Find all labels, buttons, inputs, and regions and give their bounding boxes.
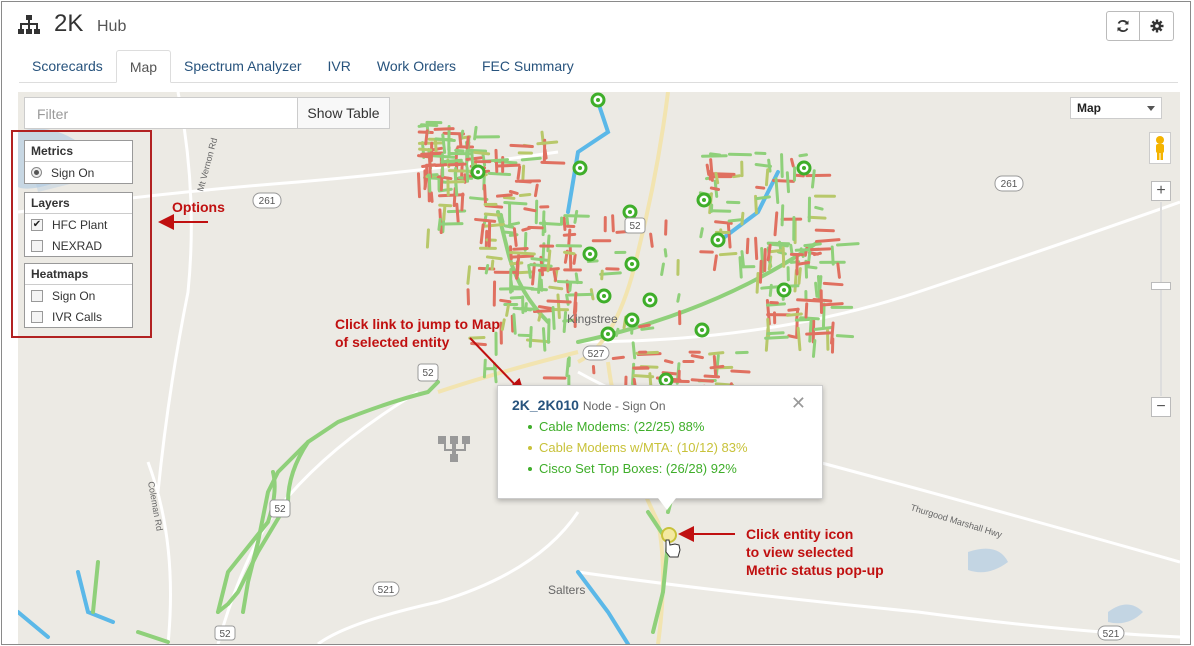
metric-line: Cisco Set Top Boxes: (26/28) 92%: [528, 458, 748, 479]
annotation-icon-line3: Metric status pop-up: [746, 562, 884, 578]
popup-tail: [658, 498, 676, 510]
metric-line: Cable Modems: (22/25) 88%: [528, 416, 748, 437]
popup-metric-list: Cable Modems: (22/25) 88% Cable Modems w…: [528, 416, 748, 479]
annotation-icon-line1: Click entity icon: [746, 526, 854, 542]
node-status-popup: 2K_2K010 Node - Sign On ✕ Cable Modems: …: [497, 385, 823, 499]
annotation-link-line1: Click link to jump to Map: [335, 316, 500, 332]
close-icon[interactable]: ✕: [791, 393, 806, 414]
annotation-link-line2: of selected entity: [335, 334, 450, 350]
metric-line: Cable Modems w/MTA: (10/12) 83%: [528, 437, 748, 458]
annotation-icon-line2: to view selected: [746, 544, 854, 560]
hand-cursor-icon: [665, 539, 681, 558]
node-type: Node - Sign On: [582, 399, 666, 413]
annotation-options: Options: [172, 199, 225, 215]
node-link[interactable]: 2K_2K010: [512, 397, 579, 413]
annotation-arrows: [158, 214, 735, 558]
popup-title: 2K_2K010 Node - Sign On: [512, 397, 666, 413]
